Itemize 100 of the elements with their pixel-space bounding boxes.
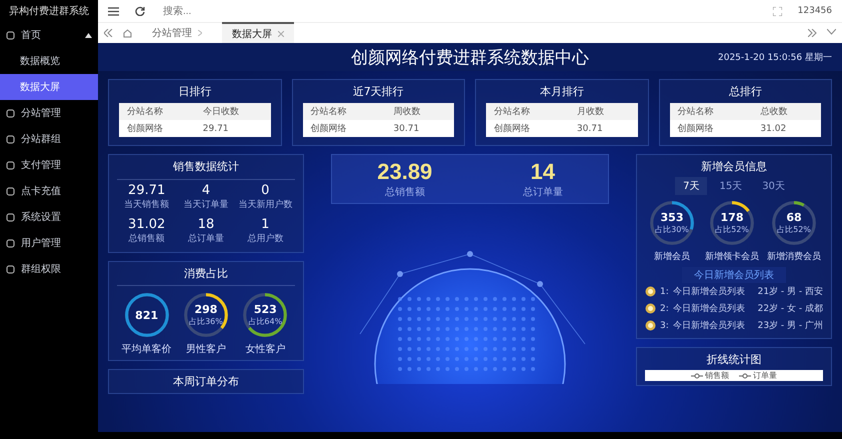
member-name: 今日新增会员列表 <box>672 302 745 315</box>
date-time: 2025-1-20 15:0:56 星期一 <box>718 52 832 64</box>
card-title: 本周订单分布 <box>173 374 239 389</box>
card-title: 消费占比 <box>184 266 228 281</box>
table-cell: 29.71 <box>194 120 270 137</box>
table-cell: 创颜网络 <box>302 120 386 137</box>
period-tab[interactable]: 15天 <box>711 177 750 195</box>
sidebar-item[interactable]: 首页 <box>0 22 98 48</box>
column-header: 分站名称 <box>119 103 195 120</box>
stat-value: 18 <box>198 217 214 232</box>
ring-share: 占比64% <box>248 316 282 327</box>
ring-value: 821 <box>135 308 158 322</box>
stat-value: 0 <box>261 183 270 198</box>
ring-label: 女性客户 <box>245 342 286 356</box>
ring-share: 占比30% <box>655 224 689 235</box>
column-header: 分站名称 <box>486 103 569 120</box>
legend-label: 销售额 <box>705 370 729 381</box>
chevron-down-icon[interactable] <box>827 29 836 35</box>
stat-label: 当天新用户数 <box>238 198 292 211</box>
stat-value: 1 <box>261 217 270 232</box>
sidebar-item[interactable]: 分站群组 <box>0 126 98 152</box>
ring-label: 平均单客价 <box>122 342 172 356</box>
stat-label: 当天订单量 <box>183 198 228 211</box>
medal-icon <box>645 286 656 297</box>
ring-share: 占比52% <box>715 224 749 235</box>
total-value: 14 <box>530 159 556 185</box>
app-title: 异构付费进群系统 <box>8 4 90 19</box>
legend-icon <box>739 372 751 378</box>
sidebar-item[interactable]: 分站管理 <box>0 100 98 126</box>
table-cell: 创颜网络 <box>119 120 195 137</box>
ring-share: 占比52% <box>777 224 811 235</box>
tab[interactable]: 数据大屏 <box>222 22 294 44</box>
card-title: 日排行 <box>178 84 212 99</box>
double-chevron-left-icon[interactable] <box>104 29 113 37</box>
stat-value: 31.02 <box>128 217 166 232</box>
period-tab[interactable]: 7天 <box>675 177 708 195</box>
total-value: 23.89 <box>377 159 432 185</box>
list-index: 3: <box>660 320 669 330</box>
card-title: 折线统计图 <box>706 352 762 367</box>
member-info: 21岁 - 男 - 西安 <box>758 286 823 298</box>
table-cell: 31.02 <box>752 120 821 137</box>
table-cell: 30.71 <box>568 120 638 137</box>
sidebar-item[interactable]: 用户管理 <box>0 230 98 256</box>
stat-value: 4 <box>202 183 210 198</box>
ring-chart <box>769 198 819 248</box>
medal-icon <box>645 320 656 331</box>
sidebar-item[interactable]: 系统设置 <box>0 204 98 230</box>
member-info: 23岁 - 男 - 广州 <box>758 320 823 332</box>
column-header: 总收数 <box>752 103 821 120</box>
ring-value: 523 <box>254 303 277 316</box>
ring-label: 新增领卡会员 <box>705 250 759 263</box>
stat-value: 29.71 <box>128 183 166 198</box>
sidebar-subitem[interactable]: 数据概览 <box>0 48 98 74</box>
member-info: 22岁 - 女 - 成都 <box>758 302 823 315</box>
close-icon[interactable] <box>278 31 284 37</box>
ring-chart <box>647 198 697 248</box>
ring-chart <box>707 198 757 248</box>
table-cell: 创颜网络 <box>670 120 752 137</box>
double-chevron-right-icon[interactable] <box>808 29 817 37</box>
ring-value: 353 <box>660 211 684 224</box>
home-icon[interactable] <box>123 28 132 38</box>
sidebar-item[interactable]: 点卡充值 <box>0 178 98 204</box>
period-tab[interactable]: 30天 <box>754 177 793 195</box>
chevron-right-icon <box>198 30 202 36</box>
column-header: 分站名称 <box>670 103 752 120</box>
card-title: 新增会员信息 <box>701 159 767 174</box>
card-title: 本月排行 <box>540 84 584 99</box>
column-header: 分站名称 <box>302 103 386 120</box>
sidebar-item[interactable]: 群组权限 <box>0 256 98 282</box>
list-index: 1: <box>660 286 669 296</box>
member-name: 今日新增会员列表 <box>672 320 745 332</box>
list-title: 今日新增会员列表 <box>682 267 786 283</box>
sidebar-subitem[interactable]: 数据大屏 <box>0 74 98 100</box>
ring-value: 178 <box>720 211 744 224</box>
member-name: 今日新增会员列表 <box>672 286 745 298</box>
ring-value: 68 <box>786 211 802 224</box>
column-header: 月收数 <box>568 103 638 120</box>
table-cell: 创颜网络 <box>486 120 569 137</box>
ring-label: 新增消费会员 <box>767 250 821 263</box>
sidebar-item[interactable]: 支付管理 <box>0 152 98 178</box>
stat-label: 当天销售额 <box>124 198 170 211</box>
column-header: 周收数 <box>385 103 454 120</box>
legend-label: 订单量 <box>753 370 777 381</box>
ring-share: 占比36% <box>189 316 223 327</box>
user-name[interactable]: 123456 <box>798 6 832 16</box>
legend-icon <box>691 372 703 378</box>
stat-label: 总订单量 <box>188 232 224 245</box>
table-cell: 30.71 <box>385 120 454 137</box>
medal-icon <box>645 303 656 314</box>
ring-value: 298 <box>194 303 218 316</box>
ring-label: 男性客户 <box>186 342 226 356</box>
stat-label: 总用户数 <box>247 232 284 245</box>
ring-label: 新增会员 <box>654 250 690 263</box>
fullscreen-icon[interactable] <box>772 6 782 16</box>
total-label: 总销售额 <box>384 186 426 199</box>
tab[interactable]: 分站管理 <box>142 23 212 43</box>
card-title: 销售数据统计 <box>173 159 239 174</box>
total-label: 总订单量 <box>522 186 563 199</box>
column-header: 今日收数 <box>194 103 270 120</box>
refresh-icon[interactable] <box>135 6 145 16</box>
